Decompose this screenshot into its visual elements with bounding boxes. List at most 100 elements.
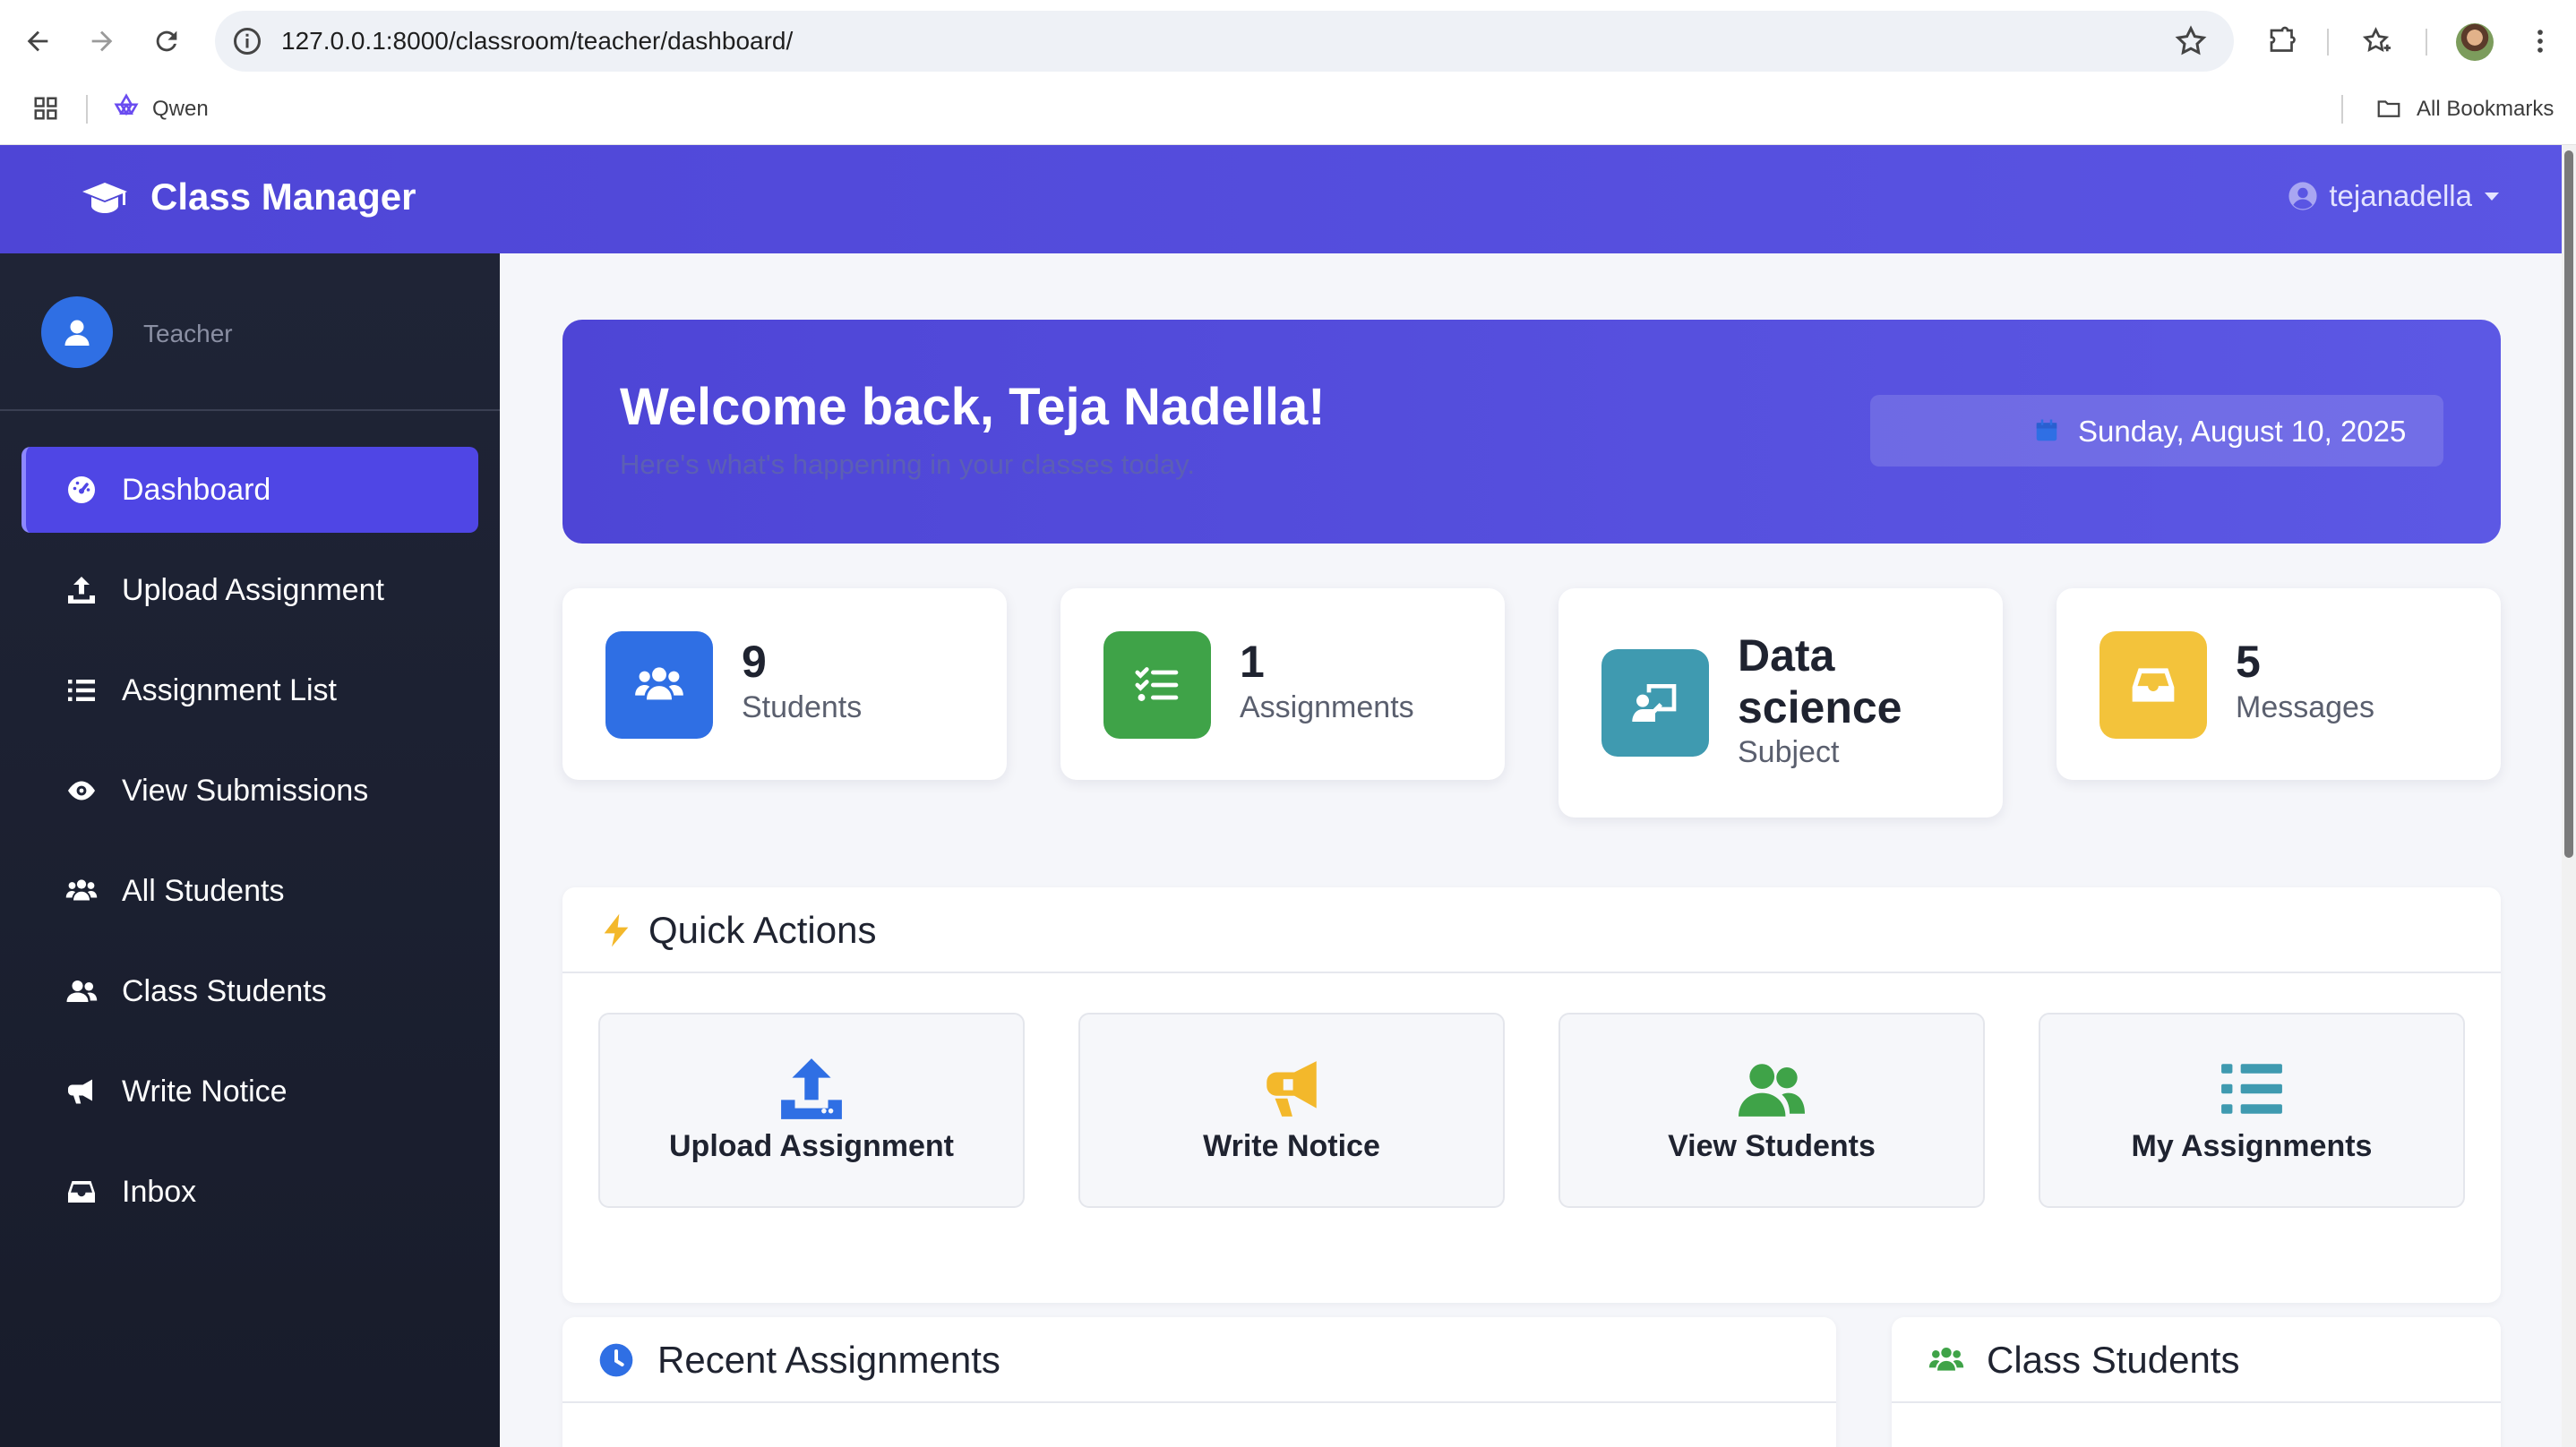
sidebar-item-label: Write Notice: [122, 1074, 288, 1109]
sidebar-item-label: Dashboard: [122, 472, 271, 507]
stat-value: 9: [742, 637, 767, 687]
users-icon: [605, 631, 713, 739]
user-dropdown[interactable]: tejanadella: [2288, 179, 2499, 213]
class-students-panel: Class Students: [1892, 1317, 2501, 1447]
apps-grid-icon[interactable]: [32, 95, 59, 122]
graduation-cap-icon: [82, 183, 127, 213]
quick-actions-panel: Quick Actions Upload Assignment Write No…: [562, 887, 2501, 1303]
upload-icon: [781, 1058, 842, 1119]
sidebar-item-dashboard[interactable]: Dashboard: [21, 447, 478, 533]
scrollbar-thumb[interactable]: [2564, 150, 2573, 858]
tasks-icon: [1103, 631, 1211, 739]
folder-icon[interactable]: [2374, 95, 2404, 122]
sidebar-item-assignment-list[interactable]: Assignment List: [21, 647, 478, 733]
address-bar[interactable]: 127.0.0.1:8000/classroom/teacher/dashboa…: [215, 11, 2234, 72]
sidebar-item-label: Inbox: [122, 1174, 197, 1209]
list-icon: [2221, 1064, 2282, 1114]
date-badge: Sunday, August 10, 2025: [1870, 395, 2443, 467]
inbox-icon: [2099, 631, 2207, 739]
stat-value: 5: [2236, 637, 2261, 687]
view-students-button[interactable]: View Students: [1558, 1013, 1985, 1208]
bullhorn-icon: [64, 1075, 99, 1109]
welcome-title: Welcome back, Teja Nadella!: [620, 378, 1326, 436]
my-assignments-button[interactable]: My Assignments: [2039, 1013, 2465, 1208]
app-header: Class Manager tejanadella: [0, 145, 2562, 253]
quick-action-label: My Assignments: [2131, 1129, 2373, 1163]
browser-chrome: 127.0.0.1:8000/classroom/teacher/dashboa…: [0, 0, 2576, 145]
toolbar-divider: [2327, 29, 2329, 56]
bolt-icon: [604, 913, 629, 947]
menu-button[interactable]: [2520, 21, 2560, 61]
sidebar-item-view-submissions[interactable]: View Submissions: [21, 748, 478, 834]
welcome-subtitle: Here's what's happening in your classes …: [620, 449, 1195, 480]
sidebar-item-class-students[interactable]: Class Students: [21, 948, 478, 1034]
stat-value: Data science: [1738, 630, 1902, 732]
calendar-icon: [2036, 419, 2057, 441]
main-content: Welcome back, Teja Nadella! Here's what'…: [500, 253, 2562, 1447]
bookmarks-button[interactable]: [2357, 21, 2397, 61]
sidebar-item-label: Assignment List: [122, 672, 337, 707]
sidebar-item-label: View Submissions: [122, 773, 369, 808]
user-circle-icon: [2288, 182, 2317, 210]
current-date: Sunday, August 10, 2025: [2078, 415, 2407, 448]
panel-title: Quick Actions: [648, 909, 877, 951]
stat-card-students: 9 Students: [562, 588, 1007, 780]
avatar: [41, 296, 113, 368]
sidebar-item-label: Upload Assignment: [122, 572, 384, 607]
stat-card-subject: Data science Subject: [1558, 588, 2003, 818]
sidebar-item-upload-assignment[interactable]: Upload Assignment: [21, 547, 478, 633]
eye-icon: [64, 774, 99, 808]
more-vert-icon: [2537, 30, 2543, 53]
list-icon: [64, 673, 99, 707]
site-info-icon[interactable]: [231, 25, 263, 57]
tachometer-icon: [64, 473, 99, 507]
stat-label: Assignments: [1240, 690, 1414, 724]
stat-label: Subject: [1738, 735, 1840, 769]
sidebar-item-inbox[interactable]: Inbox: [21, 1149, 478, 1235]
bookmarks-divider: [86, 95, 88, 124]
bullhorn-icon: [1267, 1061, 1317, 1117]
user-role: Teacher: [143, 320, 233, 347]
users-icon: [64, 874, 99, 908]
stat-label: Students: [742, 690, 863, 724]
caret-down-icon: [2485, 192, 2499, 201]
panel-title: Class Students: [1987, 1339, 2240, 1381]
toolbar-divider: [2426, 29, 2427, 56]
stat-value: 1: [1240, 637, 1265, 687]
user-icon: [64, 320, 90, 346]
sidebar: Teacher Dashboard Upload Assignment Assi…: [0, 253, 500, 1447]
quick-action-label: Upload Assignment: [669, 1129, 954, 1163]
clock-icon: [599, 1343, 633, 1377]
inbox-icon: [64, 1175, 99, 1209]
panel-header: Recent Assignments: [562, 1317, 1836, 1403]
reload-button[interactable]: [145, 20, 188, 63]
brand-title[interactable]: Class Manager: [150, 176, 416, 218]
bookmark-qwen[interactable]: Qwen: [152, 97, 209, 122]
sidebar-item-label: All Students: [122, 873, 285, 908]
profile-avatar[interactable]: [2456, 23, 2494, 61]
panel-header: Quick Actions: [562, 887, 2501, 973]
page-scrollbar[interactable]: [2562, 145, 2576, 1447]
arrow-right-icon: [91, 30, 113, 52]
panel-title: Recent Assignments: [657, 1339, 1000, 1381]
recent-assignments-panel: Recent Assignments: [562, 1317, 1836, 1447]
sidebar-item-write-notice[interactable]: Write Notice: [21, 1049, 478, 1134]
back-button[interactable]: [16, 20, 59, 63]
forward-button[interactable]: [81, 20, 124, 63]
bookmark-star-icon[interactable]: [2173, 23, 2209, 59]
sidebar-profile: Teacher: [0, 253, 500, 411]
welcome-banner: Welcome back, Teja Nadella! Here's what'…: [562, 320, 2501, 544]
url-text[interactable]: 127.0.0.1:8000/classroom/teacher/dashboa…: [281, 27, 793, 56]
sidebar-item-label: Class Students: [122, 973, 327, 1008]
all-bookmarks-link[interactable]: All Bookmarks: [2417, 97, 2554, 122]
upload-icon: [64, 573, 99, 607]
stat-card-assignments: 1 Assignments: [1060, 588, 1505, 780]
quick-action-label: Write Notice: [1203, 1129, 1380, 1163]
upload-assignment-button[interactable]: Upload Assignment: [598, 1013, 1025, 1208]
quick-action-label: View Students: [1668, 1129, 1876, 1163]
extensions-button[interactable]: [2263, 21, 2302, 61]
qwen-icon[interactable]: [111, 93, 142, 124]
write-notice-button[interactable]: Write Notice: [1078, 1013, 1505, 1208]
sidebar-item-all-students[interactable]: All Students: [21, 848, 478, 934]
username[interactable]: tejanadella: [2329, 179, 2472, 213]
